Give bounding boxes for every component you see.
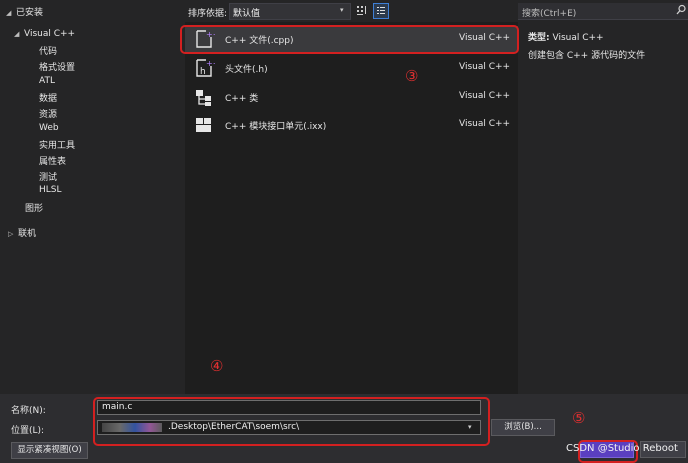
collapsed-triangle-icon: ▷ — [8, 230, 14, 238]
tree-node-installed[interactable]: ◢ 已安装 — [6, 5, 43, 18]
tree-item-web[interactable]: Web — [39, 123, 59, 133]
type-label: 类型: — [528, 33, 550, 43]
tree-node-visual-cpp[interactable]: ◢ Visual C++ — [14, 29, 75, 39]
watermark: CSDN @Studio Reboot — [566, 443, 678, 454]
chevron-down-icon: ▾ — [340, 6, 344, 14]
template-name: C++ 类 — [225, 94, 259, 104]
annotation-box-template — [180, 25, 519, 54]
tree-item-property-sheets[interactable]: 属性表 — [39, 154, 66, 167]
template-name: C++ 模块接口单元(.ixx) — [225, 122, 327, 132]
annotation-box-form — [93, 397, 490, 446]
template-row-module[interactable]: C++ 模块接口单元(.ixx) Visual C++ — [185, 112, 518, 138]
tree-item-utility[interactable]: 实用工具 — [39, 138, 75, 151]
search-box[interactable]: 搜索(Ctrl+E) — [518, 3, 688, 20]
step-4-marker: ④ — [210, 357, 224, 375]
svg-text:++: ++ — [206, 59, 215, 68]
tree-label-online: 联机 — [18, 229, 37, 239]
compact-view-button[interactable]: 显示紧凑视图(O) — [11, 442, 88, 459]
sort-value: 默认值 — [233, 9, 261, 19]
module-icon — [193, 114, 215, 136]
sort-label: 排序依据: — [188, 9, 228, 19]
search-placeholder: 搜索(Ctrl+E) — [522, 9, 577, 19]
template-category-tree: ◢ 已安装 ◢ Visual C++ 代码 格式设置 ATL 数据 资源 Web 实… — [0, 0, 185, 394]
tree-label-installed: 已安装 — [16, 8, 44, 18]
class-icon — [193, 86, 215, 108]
template-language: Visual C++ — [459, 91, 511, 101]
tree-label-visual-cpp: Visual C++ — [24, 29, 76, 39]
tree-item-code[interactable]: 代码 — [39, 44, 57, 57]
tree-item-hlsl[interactable]: HLSL — [39, 185, 62, 195]
location-label: 位置(L): — [11, 426, 45, 436]
sort-dropdown[interactable]: 默认值 ▾ — [229, 3, 351, 20]
template-language: Visual C++ — [459, 119, 511, 129]
step-3-marker: ③ — [405, 67, 419, 85]
tree-item-formatting[interactable]: 格式设置 — [39, 60, 75, 73]
template-language: Visual C++ — [459, 62, 511, 72]
tree-item-test[interactable]: 测试 — [39, 170, 57, 183]
search-icon — [676, 4, 686, 19]
tree-item-resources[interactable]: 资源 — [39, 107, 57, 120]
sort-toolbar: 排序依据: 默认值 ▾ — [185, 0, 518, 22]
tree-node-online[interactable]: ▷ 联机 — [8, 226, 36, 239]
template-row-header[interactable]: h++ 头文件(.h) Visual C++ — [185, 55, 518, 81]
step-5-marker: ⑤ — [572, 409, 586, 427]
template-list-panel: 排序依据: 默认值 ▾ ++ C++ 文件(.cpp) Visual C++ h… — [185, 0, 518, 394]
expanded-triangle-icon: ◢ — [14, 30, 20, 38]
expanded-triangle-icon: ◢ — [6, 9, 12, 17]
name-label: 名称(N): — [11, 406, 46, 416]
template-row-class[interactable]: C++ 类 Visual C++ — [185, 84, 518, 110]
tree-item-atl[interactable]: ATL — [39, 76, 55, 86]
template-name: 头文件(.h) — [225, 65, 268, 75]
tree-item-data[interactable]: 数据 — [39, 91, 57, 104]
header-file-icon: h++ — [193, 57, 219, 79]
svg-text:h: h — [200, 67, 206, 77]
template-type: 类型: Visual C++ — [528, 30, 604, 43]
details-panel: 搜索(Ctrl+E) 类型: Visual C++ 创建包含 C++ 源代码的文… — [518, 0, 688, 394]
template-description: 创建包含 C++ 源代码的文件 — [528, 51, 646, 61]
type-value: Visual C++ — [552, 33, 604, 43]
browse-button[interactable]: 浏览(B)... — [491, 419, 555, 436]
list-view-icon[interactable] — [373, 3, 389, 19]
grid-view-icon[interactable] — [355, 4, 368, 17]
tree-item-graphics[interactable]: 图形 — [25, 201, 43, 214]
